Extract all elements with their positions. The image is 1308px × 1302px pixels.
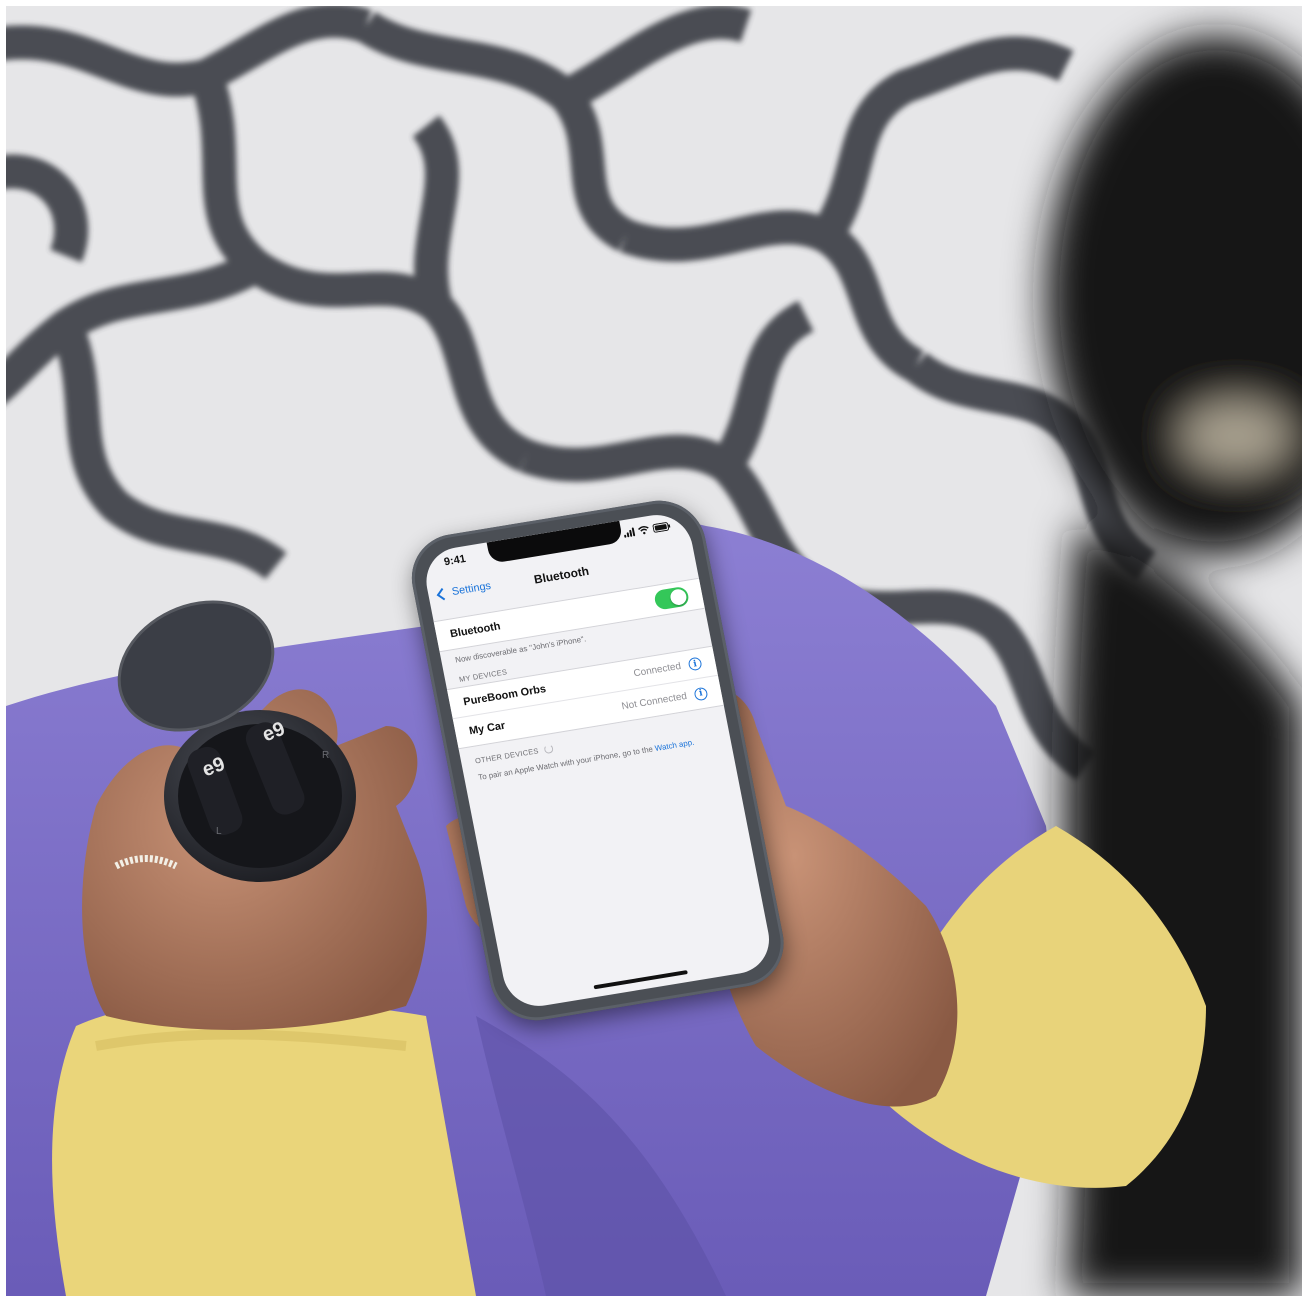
watch-app-link[interactable]: Watch app. [654,738,695,753]
wifi-icon [637,525,649,535]
status-time: 9:41 [443,553,467,569]
spinner-icon [543,743,555,755]
toggle-knob [669,588,688,607]
photo-frame: e9 e9 L R 9:41 Settings Bluetooth Blueto… [6,6,1302,1296]
status-icons [623,521,672,538]
info-icon[interactable]: i [687,656,703,672]
device-status: Connected [632,660,682,680]
device-name: PureBoom Orbs [462,682,547,708]
bluetooth-toggle[interactable] [653,585,691,611]
case-marking-right: R [322,750,329,761]
device-name: My Car [468,719,507,738]
my-devices-list: PureBoom Orbs Connected i My Car Not Con… [446,645,724,750]
battery-icon [652,522,671,533]
bluetooth-label: Bluetooth [449,620,502,641]
info-icon[interactable]: i [693,686,709,701]
case-marking-left: L [216,826,222,837]
signal-icon [623,527,636,538]
device-status: Not Connected [620,690,688,712]
